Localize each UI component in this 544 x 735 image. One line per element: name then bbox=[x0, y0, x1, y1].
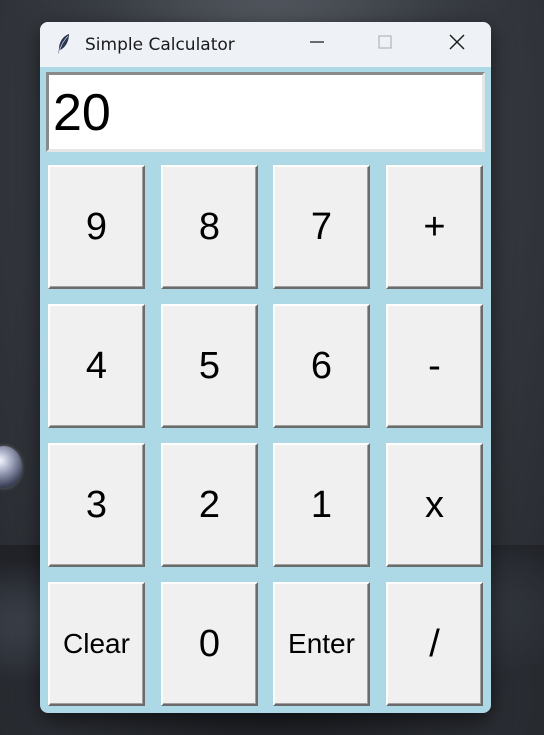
key-1[interactable]: 1 bbox=[273, 443, 370, 567]
key-divide[interactable]: / bbox=[386, 582, 483, 706]
desktop-water-droplet bbox=[0, 446, 22, 488]
key-0[interactable]: 0 bbox=[161, 582, 258, 706]
key-3[interactable]: 3 bbox=[48, 443, 145, 567]
key-multiply[interactable]: x bbox=[386, 443, 483, 567]
clear-button[interactable]: Clear bbox=[48, 582, 145, 706]
key-plus[interactable]: + bbox=[386, 165, 483, 289]
key-minus[interactable]: - bbox=[386, 304, 483, 428]
key-2[interactable]: 2 bbox=[161, 443, 258, 567]
key-5[interactable]: 5 bbox=[161, 304, 258, 428]
key-7[interactable]: 7 bbox=[273, 165, 370, 289]
keypad: 9 8 7 + 4 5 6 - 3 2 1 x Clear 0 Enter / bbox=[40, 22, 491, 713]
calculator-window: Simple Calculator 20 9 8 7 + 4 5 6 - 3 2… bbox=[40, 22, 491, 713]
key-8[interactable]: 8 bbox=[161, 165, 258, 289]
key-4[interactable]: 4 bbox=[48, 304, 145, 428]
key-9[interactable]: 9 bbox=[48, 165, 145, 289]
enter-button[interactable]: Enter bbox=[273, 582, 370, 706]
key-6[interactable]: 6 bbox=[273, 304, 370, 428]
